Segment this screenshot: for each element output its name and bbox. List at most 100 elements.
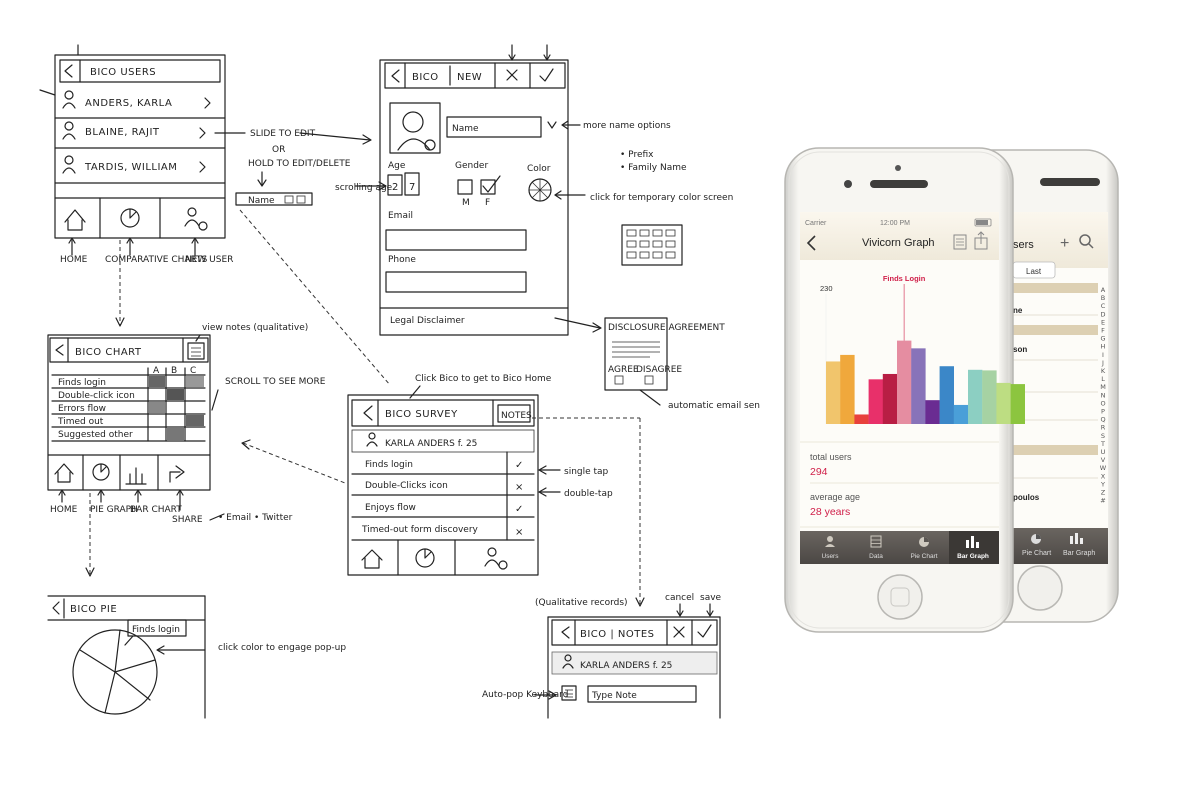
index-letter[interactable]: L: [1101, 375, 1105, 383]
note-hold-delete: HOLD TO EDIT/DELETE: [248, 159, 351, 169]
note-family: • Family Name: [620, 163, 687, 173]
index-letter[interactable]: #: [1100, 497, 1105, 505]
index-letter[interactable]: Y: [1100, 480, 1105, 488]
index-letter[interactable]: T: [1100, 440, 1105, 448]
survey-title: BICO SURVEY: [385, 409, 458, 420]
bar-6[interactable]: [897, 340, 912, 424]
agree-label: AGREE: [608, 365, 639, 375]
index-letter[interactable]: I: [1102, 351, 1104, 359]
bar-13[interactable]: [996, 382, 1011, 424]
tab-bar-label: Bar Graph: [957, 553, 989, 560]
bar-12[interactable]: [982, 370, 997, 424]
index-letter[interactable]: F: [1101, 327, 1105, 335]
bar-tab-icon: [966, 540, 969, 548]
new-back-title: BICO: [412, 72, 439, 83]
nav-title: Vivicorn Graph: [862, 237, 935, 249]
note-cancel: cancel: [665, 593, 694, 603]
notes-type-note: Type Note: [591, 691, 637, 701]
index-letter[interactable]: H: [1101, 343, 1106, 351]
chart-col-c: C: [190, 366, 196, 376]
bar-14[interactable]: [1010, 384, 1025, 424]
chart-col-b: B: [171, 366, 177, 376]
index-letter[interactable]: U: [1101, 448, 1106, 456]
phones-illustration: sers + Last ne son poulos ABCDEFGHIJKLMN…: [784, 147, 1119, 633]
index-letter[interactable]: P: [1101, 408, 1105, 416]
bar-3[interactable]: [854, 414, 869, 424]
notes-user: KARLA ANDERS f. 25: [580, 661, 672, 671]
bar-annotation: Finds Login: [883, 274, 926, 283]
bar-10[interactable]: [953, 404, 969, 424]
chart-tab-bar: BAR CHART: [130, 505, 182, 515]
survey-row-1: Finds login: [365, 460, 413, 470]
index-letter[interactable]: A: [1101, 286, 1106, 294]
index-letter[interactable]: K: [1101, 367, 1106, 375]
bar-1[interactable]: [826, 361, 841, 424]
bar-5[interactable]: [882, 373, 898, 424]
index-letter[interactable]: B: [1101, 294, 1105, 302]
axis-top-label: 230: [820, 284, 833, 293]
stat-label-age: average age: [810, 492, 860, 502]
sketch-chart-screen: BICO CHART A B C Finds login Double-clic…: [47, 334, 293, 577]
back-tab-bar: Bar Graph: [1063, 550, 1095, 557]
index-letter[interactable]: S: [1101, 432, 1105, 440]
index-letter[interactable]: V: [1101, 456, 1106, 464]
note-scrolling-age: scrolling age: [335, 183, 393, 193]
age-digit-1: 2: [392, 182, 399, 193]
chart-tab-home: HOME: [50, 505, 78, 515]
index-letter[interactable]: R: [1101, 424, 1106, 432]
bar-9[interactable]: [939, 366, 954, 424]
home-button[interactable]: [877, 574, 923, 620]
index-letter[interactable]: J: [1101, 359, 1104, 367]
note-qualitative: (Qualitative records): [535, 598, 628, 608]
index-letter[interactable]: C: [1101, 302, 1106, 310]
index-letter[interactable]: M: [1100, 383, 1106, 391]
survey-user: KARLA ANDERS f. 25: [385, 439, 477, 449]
wireframe-sketches: BICO USERS ANDERS, KARLA BLAINE, RAJIT T…: [39, 44, 760, 719]
users-row-2: BLAINE, RAJIT: [85, 127, 160, 138]
index-letter[interactable]: G: [1100, 335, 1105, 343]
survey-mark-4: ×: [515, 527, 524, 538]
index-letter[interactable]: O: [1100, 399, 1105, 407]
back-row-2: son: [1013, 345, 1027, 354]
users-row-1: ANDERS, KARLA: [85, 98, 172, 109]
index-letter[interactable]: W: [1100, 464, 1107, 472]
survey-mark-2: ×: [515, 482, 524, 493]
note-scroll-more: SCROLL TO SEE MORE: [225, 377, 326, 387]
back-add-icon[interactable]: +: [1060, 235, 1069, 252]
gender-label: Gender: [455, 161, 488, 171]
index-letter[interactable]: N: [1101, 391, 1106, 399]
back-row-3: poulos: [1013, 493, 1040, 502]
sketch-new-screen: BICO NEW Name Age Gender Color 2 7 M F E…: [379, 44, 602, 336]
chart-row-5: Suggested other: [58, 430, 133, 440]
note-single-tap: single tap: [564, 467, 609, 477]
users-annotations: SLIDE TO EDIT OR HOLD TO EDIT/DELETE: [214, 129, 391, 386]
disagree-label: DISAGREE: [636, 365, 682, 375]
bar-2[interactable]: [840, 354, 855, 424]
status-time: 12:00 PM: [880, 220, 910, 227]
index-letter[interactable]: Z: [1101, 489, 1106, 497]
bar-11[interactable]: [968, 369, 983, 424]
index-letter[interactable]: D: [1100, 310, 1105, 318]
tab-label-home: HOME: [60, 255, 88, 265]
chart-row-4: Timed out: [57, 417, 104, 427]
survey-mark-1: ✓: [515, 460, 524, 471]
speaker-grille: [870, 180, 928, 188]
note-click-bico: Click Bico to get to Bico Home: [415, 374, 552, 384]
note-or: OR: [272, 145, 285, 155]
tab-pie-label: Pie Chart: [910, 553, 937, 560]
bar-8[interactable]: [925, 400, 940, 424]
legal-label: Legal Disclaimer: [390, 316, 465, 326]
bar-4[interactable]: [868, 379, 883, 424]
index-letter[interactable]: Q: [1100, 416, 1105, 424]
index-letter[interactable]: X: [1101, 472, 1106, 480]
disclosure-title: DISCLOSURE AGREEMENT: [608, 323, 725, 333]
note-more-name: more name options: [583, 121, 671, 131]
chart-row-1: Finds login: [58, 378, 106, 388]
chart-row-3: Errors flow: [58, 404, 106, 414]
stat-value-users: 294: [810, 466, 828, 478]
survey-notes: NOTES: [501, 411, 532, 421]
survey-row-4: Timed-out form discovery: [361, 525, 479, 535]
index-letter[interactable]: E: [1101, 318, 1105, 326]
email-label: Email: [388, 211, 413, 221]
bar-7[interactable]: [911, 348, 926, 424]
